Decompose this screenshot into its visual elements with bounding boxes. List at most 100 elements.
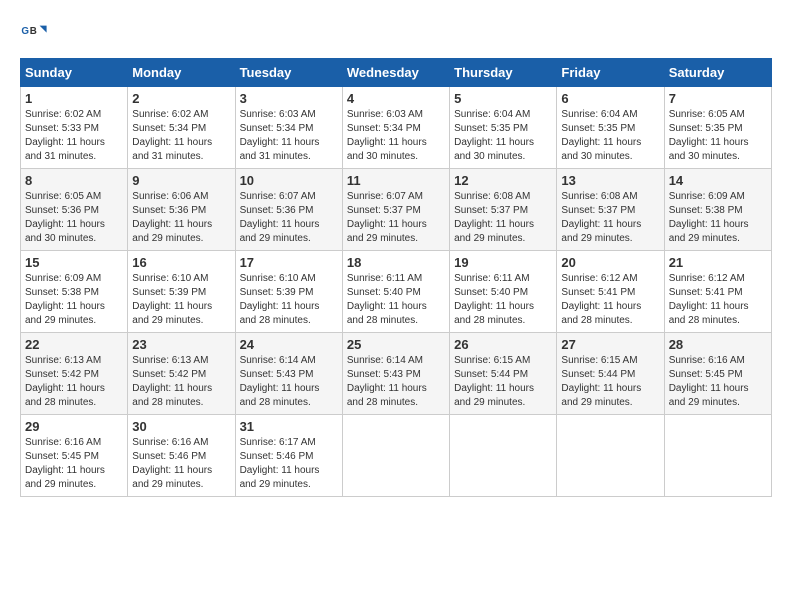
day-info: Sunrise: 6:10 AM Sunset: 5:39 PM Dayligh…	[132, 272, 230, 328]
day-info: Sunrise: 6:07 AM Sunset: 5:37 PM Dayligh…	[347, 190, 445, 246]
day-number: 17	[240, 255, 338, 270]
svg-text:B: B	[30, 26, 37, 37]
logo: G B	[20, 20, 52, 48]
day-number: 5	[454, 91, 552, 106]
calendar-cell: 6 Sunrise: 6:04 AM Sunset: 5:35 PM Dayli…	[557, 87, 664, 169]
calendar-cell: 10 Sunrise: 6:07 AM Sunset: 5:36 PM Dayl…	[235, 169, 342, 251]
day-info: Sunrise: 6:05 AM Sunset: 5:36 PM Dayligh…	[25, 190, 123, 246]
calendar-cell: 17 Sunrise: 6:10 AM Sunset: 5:39 PM Dayl…	[235, 251, 342, 333]
page-header: G B	[20, 20, 772, 48]
day-number: 18	[347, 255, 445, 270]
col-header-friday: Friday	[557, 59, 664, 87]
calendar-cell: 16 Sunrise: 6:10 AM Sunset: 5:39 PM Dayl…	[128, 251, 235, 333]
day-number: 8	[25, 173, 123, 188]
day-info: Sunrise: 6:07 AM Sunset: 5:36 PM Dayligh…	[240, 190, 338, 246]
day-number: 12	[454, 173, 552, 188]
col-header-sunday: Sunday	[21, 59, 128, 87]
day-info: Sunrise: 6:04 AM Sunset: 5:35 PM Dayligh…	[561, 108, 659, 164]
day-info: Sunrise: 6:13 AM Sunset: 5:42 PM Dayligh…	[132, 354, 230, 410]
day-number: 22	[25, 337, 123, 352]
day-number: 13	[561, 173, 659, 188]
svg-text:G: G	[21, 26, 29, 37]
day-info: Sunrise: 6:12 AM Sunset: 5:41 PM Dayligh…	[669, 272, 767, 328]
day-number: 24	[240, 337, 338, 352]
day-info: Sunrise: 6:14 AM Sunset: 5:43 PM Dayligh…	[347, 354, 445, 410]
day-info: Sunrise: 6:16 AM Sunset: 5:45 PM Dayligh…	[669, 354, 767, 410]
calendar-cell: 30 Sunrise: 6:16 AM Sunset: 5:46 PM Dayl…	[128, 415, 235, 497]
day-number: 27	[561, 337, 659, 352]
calendar-cell	[342, 415, 449, 497]
day-info: Sunrise: 6:16 AM Sunset: 5:46 PM Dayligh…	[132, 436, 230, 492]
calendar-cell	[557, 415, 664, 497]
calendar-cell: 21 Sunrise: 6:12 AM Sunset: 5:41 PM Dayl…	[664, 251, 771, 333]
week-row-3: 15 Sunrise: 6:09 AM Sunset: 5:38 PM Dayl…	[21, 251, 772, 333]
week-row-4: 22 Sunrise: 6:13 AM Sunset: 5:42 PM Dayl…	[21, 333, 772, 415]
header-row: SundayMondayTuesdayWednesdayThursdayFrid…	[21, 59, 772, 87]
calendar-cell: 27 Sunrise: 6:15 AM Sunset: 5:44 PM Dayl…	[557, 333, 664, 415]
day-number: 11	[347, 173, 445, 188]
day-info: Sunrise: 6:09 AM Sunset: 5:38 PM Dayligh…	[25, 272, 123, 328]
calendar-cell: 31 Sunrise: 6:17 AM Sunset: 5:46 PM Dayl…	[235, 415, 342, 497]
calendar-cell: 23 Sunrise: 6:13 AM Sunset: 5:42 PM Dayl…	[128, 333, 235, 415]
day-number: 7	[669, 91, 767, 106]
day-number: 29	[25, 419, 123, 434]
calendar-cell: 13 Sunrise: 6:08 AM Sunset: 5:37 PM Dayl…	[557, 169, 664, 251]
day-number: 1	[25, 91, 123, 106]
day-info: Sunrise: 6:10 AM Sunset: 5:39 PM Dayligh…	[240, 272, 338, 328]
calendar-cell: 2 Sunrise: 6:02 AM Sunset: 5:34 PM Dayli…	[128, 87, 235, 169]
day-number: 15	[25, 255, 123, 270]
day-info: Sunrise: 6:03 AM Sunset: 5:34 PM Dayligh…	[347, 108, 445, 164]
calendar-cell: 19 Sunrise: 6:11 AM Sunset: 5:40 PM Dayl…	[450, 251, 557, 333]
day-info: Sunrise: 6:13 AM Sunset: 5:42 PM Dayligh…	[25, 354, 123, 410]
day-number: 14	[669, 173, 767, 188]
day-number: 10	[240, 173, 338, 188]
calendar-cell: 1 Sunrise: 6:02 AM Sunset: 5:33 PM Dayli…	[21, 87, 128, 169]
calendar-cell	[664, 415, 771, 497]
day-info: Sunrise: 6:08 AM Sunset: 5:37 PM Dayligh…	[454, 190, 552, 246]
day-info: Sunrise: 6:09 AM Sunset: 5:38 PM Dayligh…	[669, 190, 767, 246]
calendar-cell: 9 Sunrise: 6:06 AM Sunset: 5:36 PM Dayli…	[128, 169, 235, 251]
day-info: Sunrise: 6:06 AM Sunset: 5:36 PM Dayligh…	[132, 190, 230, 246]
calendar-table: SundayMondayTuesdayWednesdayThursdayFrid…	[20, 58, 772, 497]
day-number: 6	[561, 91, 659, 106]
calendar-cell: 29 Sunrise: 6:16 AM Sunset: 5:45 PM Dayl…	[21, 415, 128, 497]
calendar-cell: 22 Sunrise: 6:13 AM Sunset: 5:42 PM Dayl…	[21, 333, 128, 415]
day-info: Sunrise: 6:08 AM Sunset: 5:37 PM Dayligh…	[561, 190, 659, 246]
col-header-thursday: Thursday	[450, 59, 557, 87]
col-header-monday: Monday	[128, 59, 235, 87]
logo-icon: G B	[20, 20, 48, 48]
day-info: Sunrise: 6:02 AM Sunset: 5:33 PM Dayligh…	[25, 108, 123, 164]
calendar-cell: 7 Sunrise: 6:05 AM Sunset: 5:35 PM Dayli…	[664, 87, 771, 169]
day-number: 30	[132, 419, 230, 434]
calendar-cell	[450, 415, 557, 497]
day-number: 21	[669, 255, 767, 270]
day-info: Sunrise: 6:02 AM Sunset: 5:34 PM Dayligh…	[132, 108, 230, 164]
calendar-cell: 20 Sunrise: 6:12 AM Sunset: 5:41 PM Dayl…	[557, 251, 664, 333]
day-info: Sunrise: 6:17 AM Sunset: 5:46 PM Dayligh…	[240, 436, 338, 492]
calendar-cell: 18 Sunrise: 6:11 AM Sunset: 5:40 PM Dayl…	[342, 251, 449, 333]
week-row-1: 1 Sunrise: 6:02 AM Sunset: 5:33 PM Dayli…	[21, 87, 772, 169]
calendar-cell: 11 Sunrise: 6:07 AM Sunset: 5:37 PM Dayl…	[342, 169, 449, 251]
day-info: Sunrise: 6:11 AM Sunset: 5:40 PM Dayligh…	[454, 272, 552, 328]
day-info: Sunrise: 6:16 AM Sunset: 5:45 PM Dayligh…	[25, 436, 123, 492]
day-info: Sunrise: 6:11 AM Sunset: 5:40 PM Dayligh…	[347, 272, 445, 328]
calendar-cell: 8 Sunrise: 6:05 AM Sunset: 5:36 PM Dayli…	[21, 169, 128, 251]
day-number: 16	[132, 255, 230, 270]
calendar-cell: 15 Sunrise: 6:09 AM Sunset: 5:38 PM Dayl…	[21, 251, 128, 333]
calendar-cell: 14 Sunrise: 6:09 AM Sunset: 5:38 PM Dayl…	[664, 169, 771, 251]
week-row-5: 29 Sunrise: 6:16 AM Sunset: 5:45 PM Dayl…	[21, 415, 772, 497]
day-info: Sunrise: 6:04 AM Sunset: 5:35 PM Dayligh…	[454, 108, 552, 164]
calendar-cell: 3 Sunrise: 6:03 AM Sunset: 5:34 PM Dayli…	[235, 87, 342, 169]
calendar-cell: 5 Sunrise: 6:04 AM Sunset: 5:35 PM Dayli…	[450, 87, 557, 169]
day-number: 31	[240, 419, 338, 434]
day-info: Sunrise: 6:03 AM Sunset: 5:34 PM Dayligh…	[240, 108, 338, 164]
col-header-saturday: Saturday	[664, 59, 771, 87]
day-number: 20	[561, 255, 659, 270]
day-info: Sunrise: 6:05 AM Sunset: 5:35 PM Dayligh…	[669, 108, 767, 164]
calendar-cell: 12 Sunrise: 6:08 AM Sunset: 5:37 PM Dayl…	[450, 169, 557, 251]
calendar-cell: 26 Sunrise: 6:15 AM Sunset: 5:44 PM Dayl…	[450, 333, 557, 415]
calendar-cell: 25 Sunrise: 6:14 AM Sunset: 5:43 PM Dayl…	[342, 333, 449, 415]
day-number: 2	[132, 91, 230, 106]
day-number: 19	[454, 255, 552, 270]
col-header-tuesday: Tuesday	[235, 59, 342, 87]
